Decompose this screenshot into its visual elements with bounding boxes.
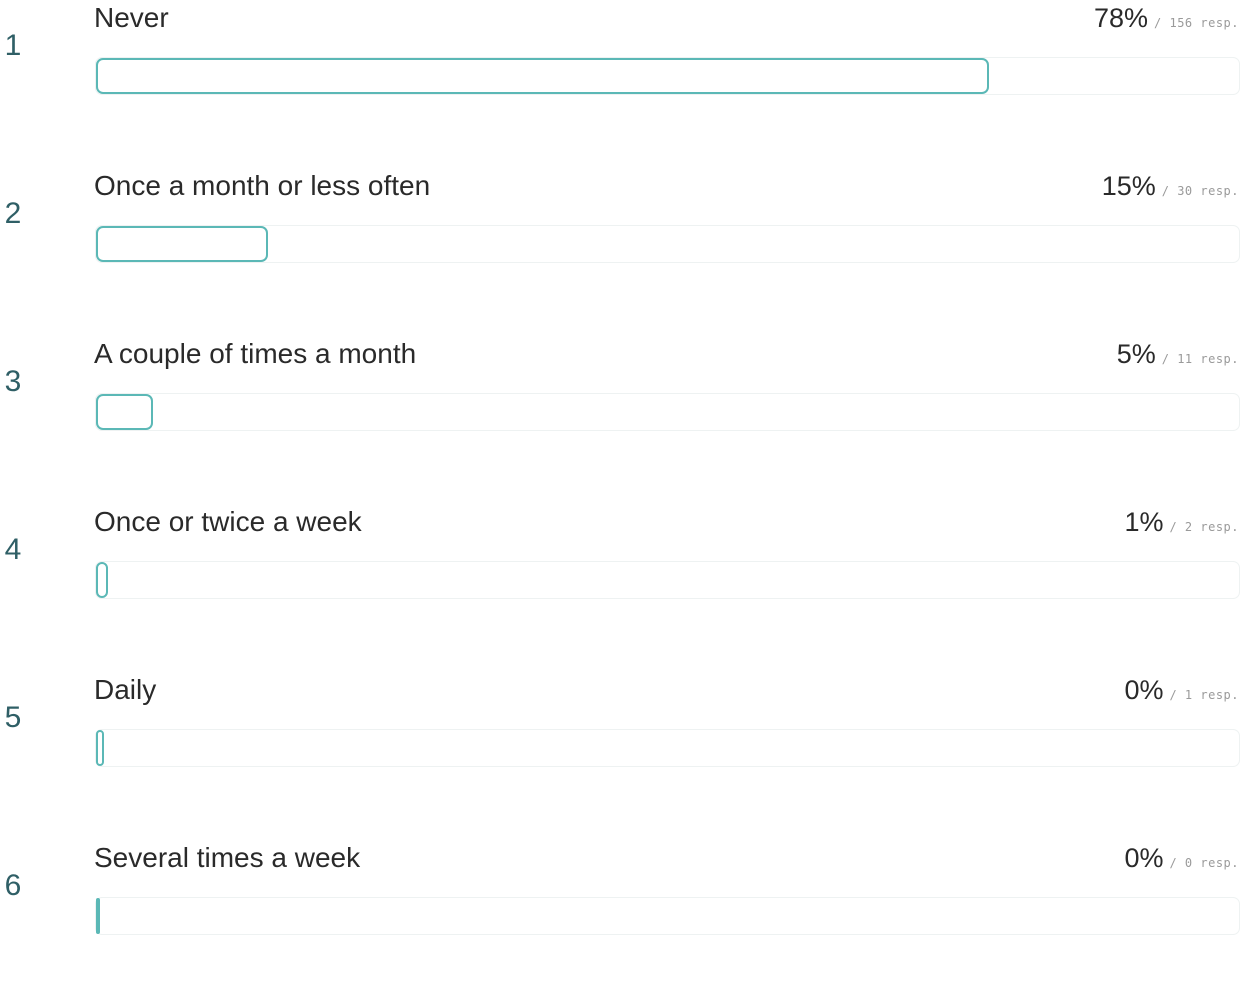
response-count-label: / 156 resp. — [1154, 16, 1239, 30]
response-count-label: / 1 resp. — [1169, 688, 1239, 702]
percent-label: 0% — [1124, 675, 1164, 705]
category-label: Daily — [94, 674, 157, 705]
response-count-label: / 11 resp. — [1161, 352, 1239, 366]
bar-track — [95, 225, 1240, 263]
bar-stat: 0% / 0 resp. — [1124, 840, 1239, 881]
percent-label: 78% — [1093, 3, 1149, 33]
bar-row: 5 Daily 0% / 1 resp. — [0, 672, 1241, 840]
bar-fill — [96, 394, 154, 430]
rank-number: 4 — [4, 533, 22, 566]
rank-number: 6 — [4, 869, 22, 902]
response-bar-chart: 1 Never 78% / 156 resp. 2 Once a month or les… — [0, 0, 1241, 935]
bar-row: 3 A couple of times a month 5% / 11 resp. — [0, 336, 1241, 504]
bar-stat: 5% / 11 resp. — [1117, 336, 1239, 377]
bar-fill — [96, 562, 108, 598]
category-label: Never — [94, 2, 169, 33]
response-count-label: / 2 resp. — [1169, 520, 1239, 534]
bar-stat: 0% / 1 resp. — [1124, 672, 1239, 713]
rank-number: 1 — [4, 29, 22, 62]
response-count-label: / 0 resp. — [1169, 856, 1239, 870]
bar-track — [95, 393, 1240, 431]
category-label: Once a month or less often — [94, 170, 431, 201]
category-label: A couple of times a month — [94, 338, 417, 369]
percent-label: 5% — [1116, 339, 1156, 369]
bar-stat: 1% / 2 resp. — [1124, 504, 1239, 545]
rank-number: 3 — [4, 365, 22, 398]
bar-fill — [96, 730, 104, 766]
category-label: Several times a week — [94, 842, 361, 873]
bar-fill — [96, 226, 268, 262]
bar-track — [95, 561, 1240, 599]
bar-row: 2 Once a month or less often 15% / 30 resp. — [0, 168, 1241, 336]
bar-fill — [96, 898, 100, 934]
bar-fill — [96, 58, 990, 94]
bar-track — [95, 57, 1240, 95]
category-label: Once or twice a week — [94, 506, 362, 537]
rank-number: 5 — [4, 701, 22, 734]
percent-label: 1% — [1124, 507, 1164, 537]
percent-label: 15% — [1101, 171, 1156, 201]
percent-label: 0% — [1124, 843, 1164, 873]
response-count-label: / 30 resp. — [1161, 184, 1239, 198]
bar-row: 4 Once or twice a week 1% / 2 resp. — [0, 504, 1241, 672]
bar-row: 6 Several times a week 0% / 0 resp. — [0, 840, 1241, 1008]
bar-row: 1 Never 78% / 156 resp. — [0, 0, 1241, 168]
bar-stat: 78% / 156 resp. — [1094, 0, 1239, 41]
bar-track — [95, 897, 1240, 935]
bar-track — [95, 729, 1240, 767]
rank-number: 2 — [4, 197, 22, 230]
bar-stat: 15% / 30 resp. — [1102, 168, 1239, 209]
